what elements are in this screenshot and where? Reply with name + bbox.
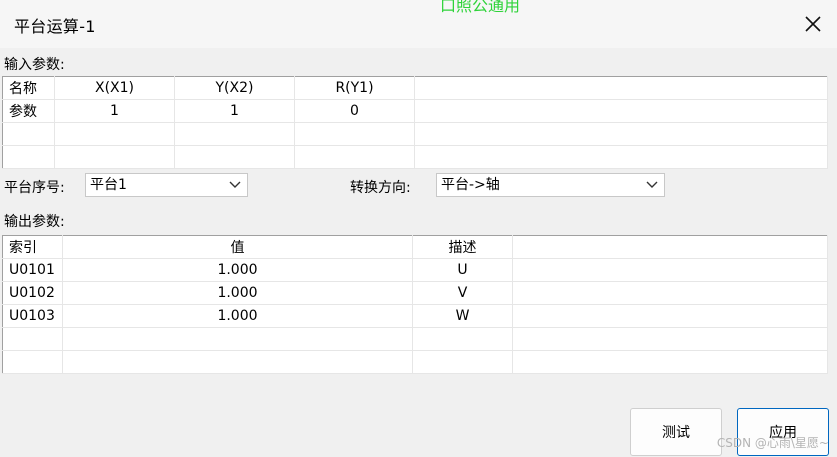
platform-select[interactable]: 平台1	[85, 173, 248, 197]
table-cell	[2, 122, 55, 146]
direction-select-value: 平台->轴	[441, 177, 500, 193]
table-cell: U0101	[2, 258, 63, 282]
output-params-table[interactable]: 索引 值 描述 U0101 1.000 U U0102 1.000 V U010…	[2, 235, 828, 374]
close-button[interactable]	[799, 10, 827, 38]
table-row: 参数 1 1 0	[2, 99, 828, 123]
table-cell: W	[412, 304, 513, 328]
table-header-cell: 描述	[412, 235, 513, 259]
table-header-cell: 值	[62, 235, 413, 259]
table-cell[interactable]: 1	[54, 99, 175, 123]
background-window-text: 口照公通用	[440, 0, 521, 15]
table-cell	[414, 122, 828, 146]
chevron-down-icon	[229, 175, 241, 195]
table-cell	[414, 76, 828, 100]
table-cell	[174, 145, 295, 169]
direction-select[interactable]: 平台->轴	[436, 173, 665, 197]
table-cell	[2, 327, 63, 351]
table-cell	[412, 350, 513, 374]
table-cell	[412, 327, 513, 351]
table-cell	[54, 122, 175, 146]
table-cell	[2, 350, 63, 374]
table-row	[2, 327, 828, 351]
table-row[interactable]: U0102 1.000 V	[2, 281, 828, 305]
table-cell: V	[412, 281, 513, 305]
test-button[interactable]: 测试	[630, 408, 722, 456]
table-cell	[62, 327, 413, 351]
platform-label: 平台序号:	[4, 180, 65, 196]
table-row	[2, 350, 828, 374]
table-cell	[2, 145, 55, 169]
table-cell: 名称	[2, 76, 55, 100]
table-cell: 参数	[2, 99, 55, 123]
platform-select-value: 平台1	[90, 177, 127, 193]
table-cell	[512, 350, 828, 374]
window-title: 平台运算-1	[14, 17, 96, 36]
table-row: 索引 值 描述	[2, 235, 828, 259]
table-cell: R(Y1)	[294, 76, 415, 100]
table-cell	[62, 350, 413, 374]
table-cell	[512, 258, 828, 282]
table-cell	[54, 145, 175, 169]
table-cell: U0102	[2, 281, 63, 305]
table-cell: 1.000	[62, 281, 413, 305]
input-params-table[interactable]: 名称 X(X1) Y(X2) R(Y1) 参数 1 1 0	[2, 76, 828, 169]
direction-label: 转换方向:	[350, 180, 411, 196]
close-icon	[805, 16, 821, 32]
table-row[interactable]: U0103 1.000 W	[2, 304, 828, 328]
table-row	[2, 122, 828, 146]
chevron-down-icon	[646, 175, 658, 195]
table-header-cell	[512, 235, 828, 259]
table-cell: Y(X2)	[174, 76, 295, 100]
table-header-cell: 索引	[2, 235, 63, 259]
table-row	[2, 145, 828, 169]
table-cell: U	[412, 258, 513, 282]
table-cell[interactable]: 0	[294, 99, 415, 123]
output-params-label: 输出参数:	[4, 214, 65, 230]
table-cell	[512, 281, 828, 305]
table-cell	[414, 145, 828, 169]
table-cell: X(X1)	[54, 76, 175, 100]
table-cell	[294, 145, 415, 169]
watermark: CSDN @心雨\星愿~	[716, 436, 829, 450]
table-cell	[414, 99, 828, 123]
table-cell	[512, 304, 828, 328]
table-cell	[512, 327, 828, 351]
table-row: 名称 X(X1) Y(X2) R(Y1)	[2, 76, 828, 100]
table-cell: 1.000	[62, 304, 413, 328]
input-params-label: 输入参数:	[4, 57, 65, 73]
table-cell: U0103	[2, 304, 63, 328]
title-bar: 口照公通用 平台运算-1	[0, 0, 837, 48]
table-cell[interactable]: 1	[174, 99, 295, 123]
table-cell	[294, 122, 415, 146]
table-cell	[174, 122, 295, 146]
table-cell: 1.000	[62, 258, 413, 282]
table-row[interactable]: U0101 1.000 U	[2, 258, 828, 282]
